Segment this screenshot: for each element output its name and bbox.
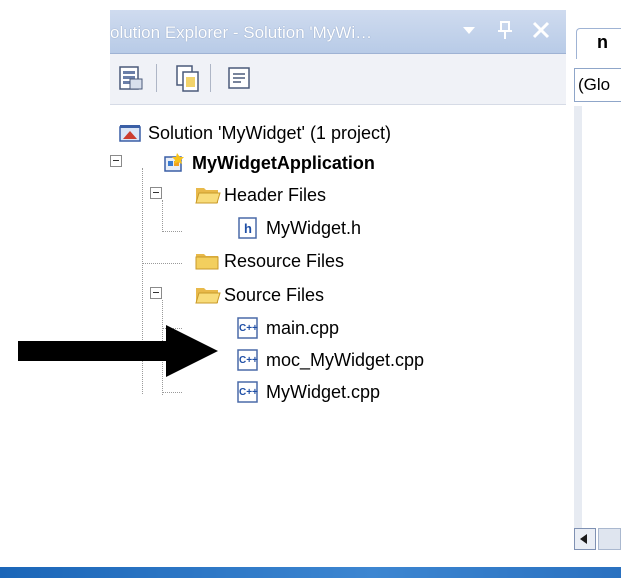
solution-explorer-panel: olution Explorer - Solution 'MyWi… Solut…: [110, 10, 567, 568]
title-controls: [458, 19, 552, 41]
svg-text:C++: C++: [239, 387, 258, 398]
properties-icon[interactable]: [116, 63, 146, 93]
scope-value: (Glo: [578, 75, 611, 94]
collapse-toggle-header-files[interactable]: [150, 187, 162, 199]
tree-item-label: MyWidgetApplication: [192, 152, 375, 173]
tree-item-label: moc_MyWidget.cpp: [266, 349, 425, 370]
folder-icon: [194, 249, 219, 273]
tree-item-label: Source Files: [224, 284, 325, 305]
tree-item-project[interactable]: MyWidgetApplication: [162, 148, 375, 178]
svg-text:C++: C++: [239, 323, 258, 334]
tree-item-mywidget-h[interactable]: h MyWidget.h: [236, 213, 361, 243]
tree-item-mywidget-cpp[interactable]: C++ MyWidget.cpp: [236, 377, 380, 407]
svg-text:C++: C++: [239, 355, 258, 366]
horizontal-scrollbar[interactable]: [598, 528, 621, 550]
close-icon[interactable]: [530, 19, 552, 41]
tree-item-moc-mywidget-cpp[interactable]: C++ moc_MyWidget.cpp: [236, 345, 424, 375]
window-position-dropdown-icon[interactable]: [458, 19, 480, 41]
tree-item-label: main.cpp: [266, 317, 340, 338]
tree-item-header-files[interactable]: Header Files: [194, 180, 326, 210]
tree-connector: [162, 392, 182, 393]
editor-margin: [574, 106, 582, 546]
tree-item-label: MyWidget.cpp: [266, 381, 381, 402]
tree-item-label: MyWidget.h: [266, 217, 362, 238]
tree-connector: [162, 231, 182, 232]
tree-connector: [142, 263, 182, 264]
scope-dropdown[interactable]: (Glo: [574, 68, 621, 102]
tree-item-solution[interactable]: Solution 'MyWidget' (1 project): [118, 118, 391, 148]
open-folder-icon: [194, 283, 221, 307]
toolbar-separator: [210, 64, 211, 92]
tree-item-label: Header Files: [224, 184, 327, 205]
auto-hide-pin-icon[interactable]: [494, 19, 516, 41]
open-folder-icon: [194, 183, 221, 207]
collapse-toggle-source-files[interactable]: [150, 287, 162, 299]
solution-explorer-titlebar[interactable]: olution Explorer - Solution 'MyWi…: [110, 10, 566, 54]
svg-text:h: h: [244, 221, 252, 236]
tab-document[interactable]: n: [576, 28, 621, 59]
cpp-file-icon: C++: [236, 316, 260, 340]
solution-explorer-toolbar: [110, 54, 566, 105]
collapse-toggle-project[interactable]: [110, 155, 122, 167]
panel-title: olution Explorer - Solution 'MyWi…: [110, 23, 373, 42]
header-file-icon: h: [236, 216, 260, 240]
tree-item-main-cpp[interactable]: C++ main.cpp: [236, 313, 339, 343]
project-icon: [162, 151, 186, 175]
cpp-file-icon: C++: [236, 380, 260, 404]
show-all-files-icon[interactable]: [172, 63, 202, 93]
solution-icon: [118, 121, 142, 145]
tree-item-label: Solution 'MyWidget' (1 project): [148, 122, 391, 143]
tab-label: n: [597, 32, 608, 52]
tree-connector: [162, 200, 163, 230]
cpp-file-icon: C++: [236, 348, 260, 372]
view-class-diagram-icon[interactable]: [224, 63, 254, 93]
code-editor-fragment: n (Glo: [566, 10, 621, 578]
tree-item-label: Resource Files: [224, 250, 345, 271]
tree-item-source-files[interactable]: Source Files: [194, 280, 324, 310]
bottom-accent-band: [0, 567, 621, 578]
arrow-pointer-icon: [18, 325, 218, 377]
scroll-left-button[interactable]: [574, 528, 596, 550]
tree-item-resource-files[interactable]: Resource Files: [194, 246, 344, 276]
toolbar-separator: [156, 64, 157, 92]
